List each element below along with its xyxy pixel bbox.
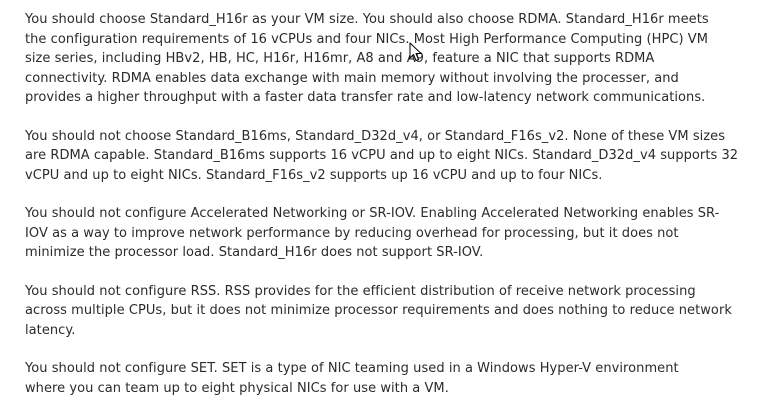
text-line: IOV as a way to improve network performa…	[25, 225, 679, 241]
text-line: size series, including HBv2, HB, HC, H16…	[25, 51, 655, 66]
text-line: You should not configure SET. SET is a t…	[25, 361, 679, 376]
paragraph-rdma-choice: You should choose Standard_H16r as your …	[25, 10, 747, 108]
text-line: minimize the processor load. Standard_H1…	[25, 245, 484, 260]
mouse-pointer-icon	[409, 42, 422, 61]
text-line: vCPU and up to eight NICs. Standard_F16s…	[25, 167, 603, 183]
text-line: across multiple CPUs, but it does not mi…	[25, 303, 732, 318]
text-line: You should choose Standard_H16r as your …	[25, 12, 709, 27]
text-line: the configuration requirements of 16 vCP…	[25, 31, 709, 47]
text-line: connectivity. RDMA enables data exchange…	[25, 70, 679, 86]
text-line: where you can team up to eight physical …	[25, 380, 449, 396]
text-line: You should not configure RSS. RSS provid…	[25, 283, 696, 299]
paragraph-rss: You should not configure RSS. RSS provid…	[25, 282, 747, 341]
paragraph-vm-sizes: You should not choose Standard_B16ms, St…	[25, 127, 747, 186]
paragraph-accelerated-networking: You should not configure Accelerated Net…	[25, 204, 747, 263]
paragraph-set: You should not configure SET. SET is a t…	[25, 359, 747, 398]
text-line: latency.	[25, 322, 76, 338]
text-line: are RDMA capable. Standard_B16ms support…	[25, 148, 739, 163]
explanation-text: You should choose Standard_H16r as your …	[25, 10, 747, 417]
text-line: You should not configure Accelerated Net…	[25, 206, 720, 221]
text-line: You should not choose Standard_B16ms, St…	[25, 128, 726, 144]
text-line: provides a higher throughput with a fast…	[25, 90, 706, 105]
